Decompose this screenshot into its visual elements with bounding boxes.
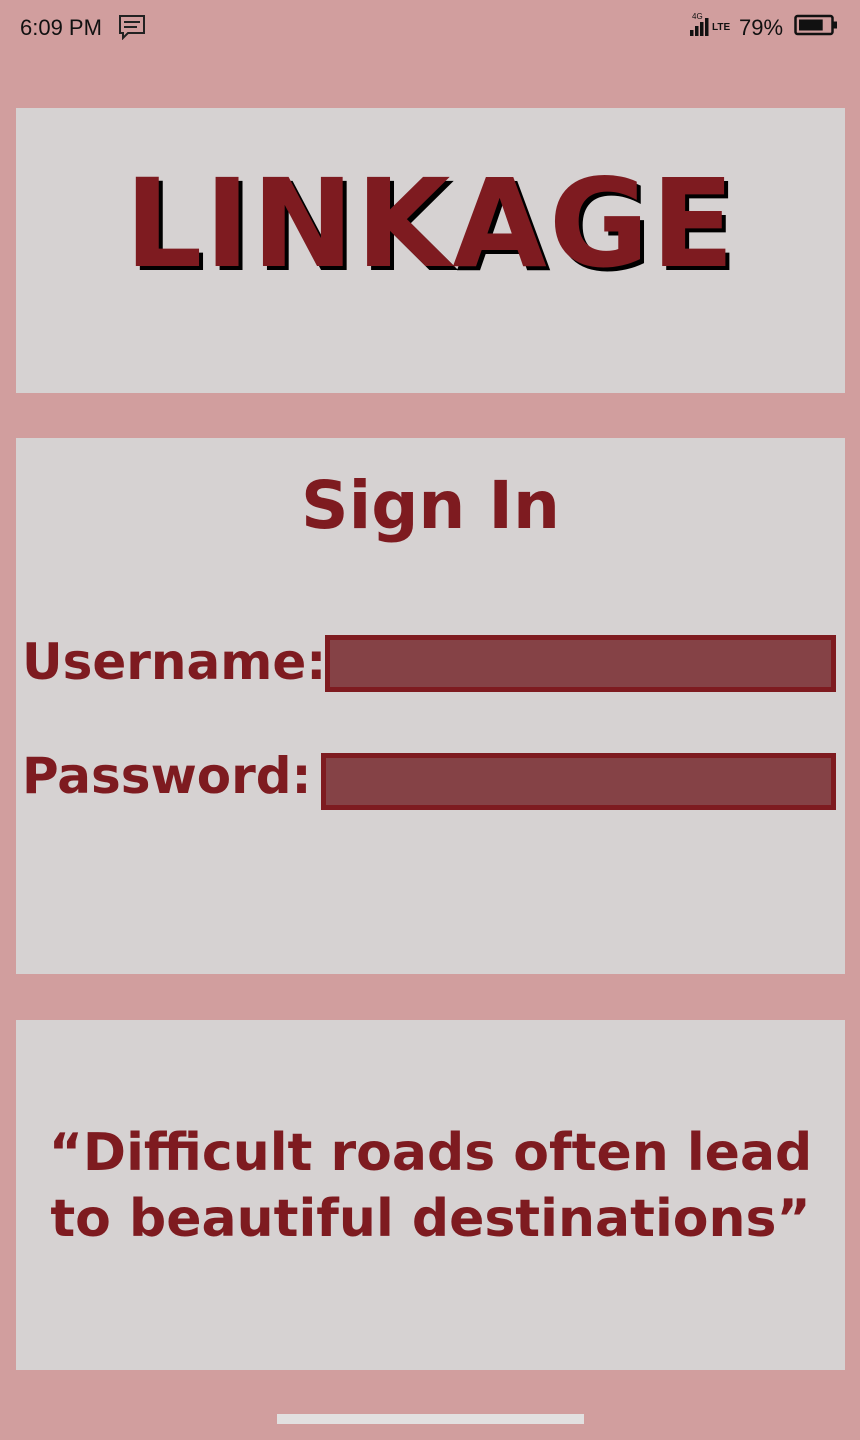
message-icon bbox=[118, 14, 146, 41]
battery-icon bbox=[794, 13, 838, 37]
network-type-label: 4G bbox=[692, 12, 703, 21]
password-field[interactable] bbox=[321, 753, 836, 810]
status-time: 6:09 PM bbox=[20, 15, 102, 40]
logo-panel: LINKAGE bbox=[16, 108, 845, 393]
quote-text: “Difficult roads often lead to beautiful… bbox=[16, 1120, 845, 1252]
signin-panel: Sign In Username: Password: bbox=[16, 438, 845, 974]
battery-fill bbox=[799, 19, 823, 31]
app-logo: LINKAGE bbox=[124, 153, 737, 295]
quote-panel: “Difficult roads often lead to beautiful… bbox=[16, 1020, 845, 1370]
username-label: Username: bbox=[22, 633, 327, 691]
status-bar: 6:09 PM 4G LTE 79% bbox=[0, 0, 860, 56]
username-field[interactable] bbox=[325, 635, 836, 692]
quote-line-2: to beautiful destinations” bbox=[50, 1189, 811, 1249]
network-lte-label: LTE bbox=[712, 22, 730, 33]
password-label: Password: bbox=[22, 747, 312, 805]
battery-percent: 79% bbox=[739, 15, 784, 40]
signin-title: Sign In bbox=[301, 467, 560, 544]
quote-line-1: “Difficult roads often lead bbox=[48, 1123, 813, 1183]
signal-icon: 4G LTE bbox=[688, 12, 734, 38]
home-indicator[interactable] bbox=[277, 1414, 584, 1424]
